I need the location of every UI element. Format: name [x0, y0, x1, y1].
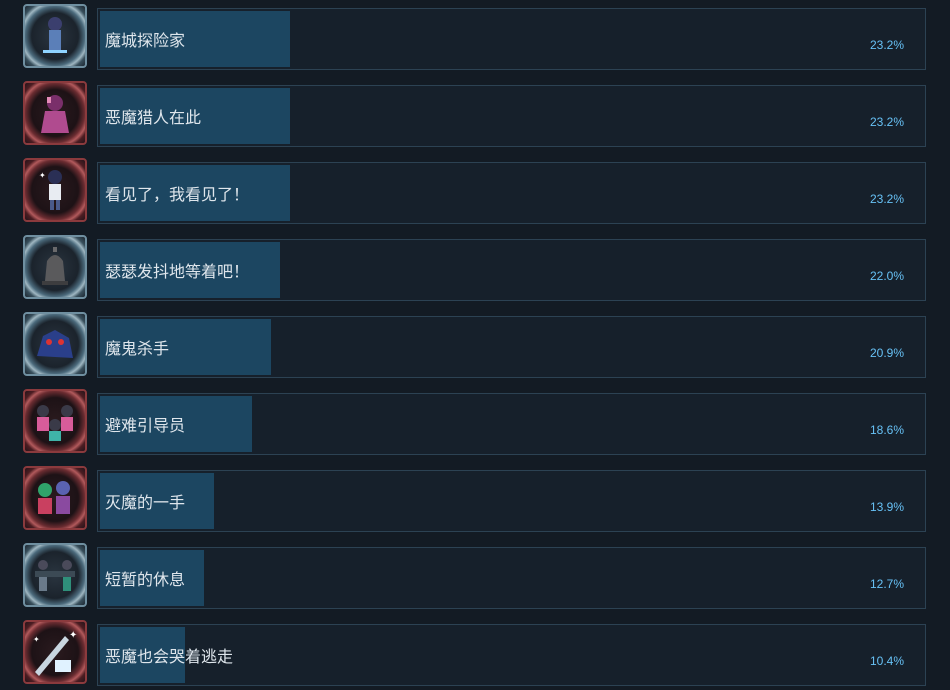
- achievement-icon-frame: [23, 543, 87, 607]
- progress-bar: 魔城探险家 23.2%: [97, 8, 926, 70]
- achievement-row[interactable]: 避难引导员 18.6%: [0, 389, 950, 455]
- achievement-icon-frame: [23, 81, 87, 145]
- unlock-percentage: 12.7%: [869, 577, 904, 591]
- achievement-name: 短暂的休息: [105, 570, 186, 589]
- achievement-list: 魔城探险家 23.2% 恶魔猎人在此 23.2% ✦ 看见了，我看见了！ 23.2% 瑟瑟发抖…: [0, 0, 950, 690]
- progress-bar: 短暂的休息 12.7%: [97, 547, 926, 609]
- progress-bar: 恶魔猎人在此 23.2%: [97, 85, 926, 147]
- bell-icon: [42, 247, 68, 285]
- progress-bar: 瑟瑟发抖地等着吧！ 22.0%: [97, 239, 926, 301]
- achievement-icon-frame: ✦ ✦: [23, 620, 87, 684]
- progress-bar: 看见了，我看见了！ 23.2%: [97, 162, 926, 224]
- unlock-percentage: 23.2%: [869, 192, 904, 206]
- achievement-row[interactable]: 灭魔的一手 13.9%: [0, 466, 950, 532]
- achievement-icon-frame: [23, 312, 87, 376]
- unlock-percentage: 20.9%: [869, 346, 904, 360]
- unlock-percentage: 13.9%: [869, 500, 904, 514]
- party-characters-icon: [38, 481, 70, 514]
- character-icon: [43, 17, 67, 53]
- achievement-name: 看见了，我看见了！: [105, 185, 250, 204]
- progress-bar: 避难引导员 18.6%: [97, 393, 926, 455]
- group-characters-icon: [37, 405, 73, 441]
- progress-bar: 恶魔也会哭着逃走 10.4%: [97, 624, 926, 686]
- achievement-name: 瑟瑟发抖地等着吧！: [105, 262, 250, 281]
- beast-icon: [37, 330, 73, 358]
- unlock-percentage: 10.4%: [869, 654, 904, 668]
- achievement-icon-frame: [23, 4, 87, 68]
- svg-text:✦: ✦: [33, 635, 40, 644]
- svg-text:✦: ✦: [39, 171, 46, 180]
- resting-characters-icon: [35, 560, 75, 591]
- achievement-name: 魔城探险家: [105, 31, 186, 50]
- achievement-name: 避难引导员: [105, 416, 186, 435]
- unlock-percentage: 22.0%: [869, 269, 904, 283]
- achievement-icon-frame: [23, 235, 87, 299]
- achievement-row[interactable]: ✦ ✦ 恶魔也会哭着逃走 10.4%: [0, 620, 950, 686]
- achievement-icon-frame: ✦: [23, 158, 87, 222]
- demon-character-icon: [41, 95, 69, 133]
- achievement-row[interactable]: 瑟瑟发抖地等着吧！ 22.0%: [0, 235, 950, 301]
- achievement-row[interactable]: 恶魔猎人在此 23.2%: [0, 81, 950, 147]
- unlock-percentage: 23.2%: [869, 115, 904, 129]
- achievement-icon-frame: [23, 466, 87, 530]
- unlock-percentage: 23.2%: [869, 38, 904, 52]
- achievement-row[interactable]: 短暂的休息 12.7%: [0, 543, 950, 609]
- achievement-name: 恶魔猎人在此: [105, 108, 202, 127]
- achievement-name: 灭魔的一手: [105, 493, 186, 512]
- progress-bar: 魔鬼杀手 20.9%: [97, 316, 926, 378]
- achievement-icon-frame: [23, 389, 87, 453]
- achievement-row[interactable]: ✦ 看见了，我看见了！ 23.2%: [0, 158, 950, 224]
- svg-text:✦: ✦: [69, 630, 77, 641]
- unlock-percentage: 18.6%: [869, 423, 904, 437]
- progress-bar: 灭魔的一手 13.9%: [97, 470, 926, 532]
- achievement-name: 恶魔也会哭着逃走: [105, 647, 234, 666]
- achievement-row[interactable]: 魔城探险家 23.2%: [0, 4, 950, 70]
- boy-character-icon: ✦: [39, 170, 62, 210]
- achievement-name: 魔鬼杀手: [105, 339, 170, 358]
- achievement-row[interactable]: 魔鬼杀手 20.9%: [0, 312, 950, 378]
- sword-icon: ✦✦: [33, 630, 77, 676]
